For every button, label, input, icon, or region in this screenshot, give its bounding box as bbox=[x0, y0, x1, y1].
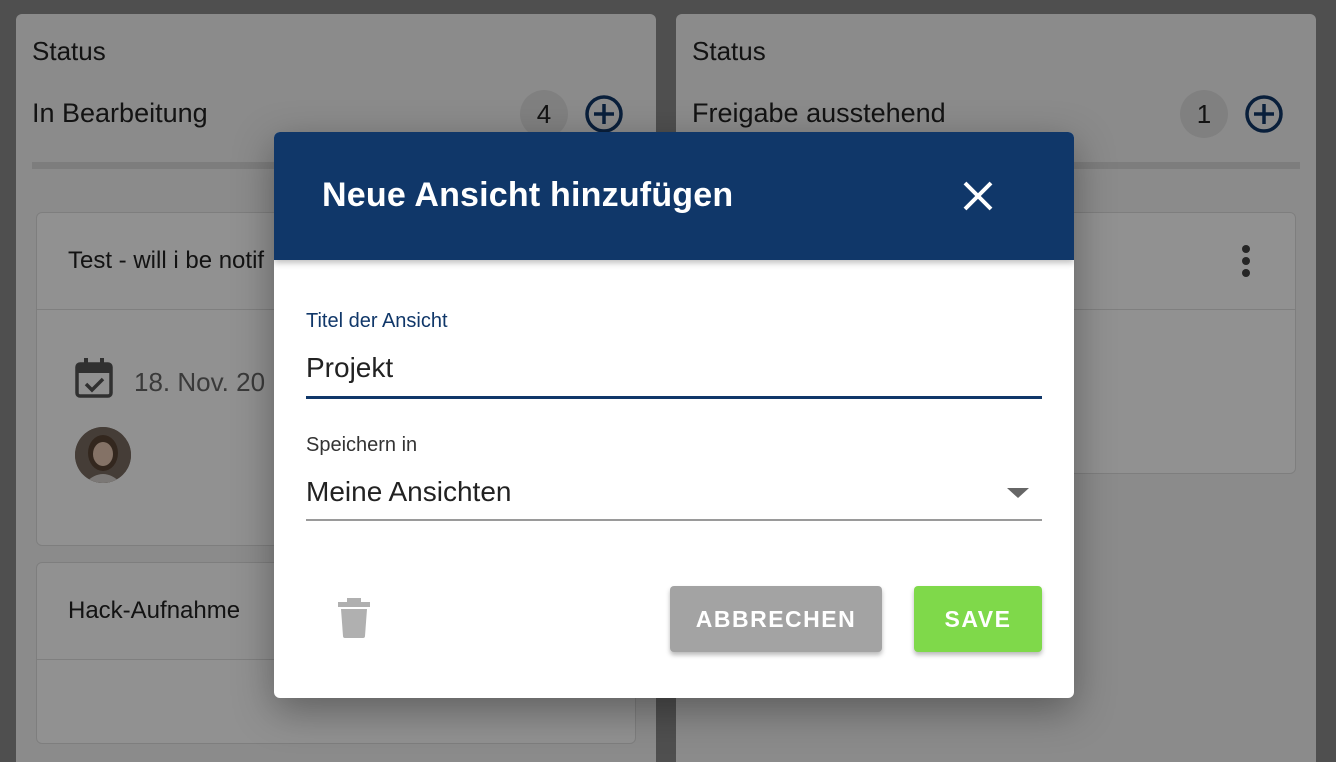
dialog-header: Neue Ansicht hinzufügen bbox=[274, 132, 1074, 260]
view-title-input[interactable] bbox=[306, 340, 1042, 400]
view-title-label: Titel der Ansicht bbox=[306, 310, 448, 332]
cancel-button[interactable]: ABBRECHEN bbox=[670, 586, 882, 652]
save-button[interactable]: SAVE bbox=[914, 586, 1042, 652]
view-title-value[interactable]: Projekt bbox=[306, 352, 393, 384]
close-icon[interactable] bbox=[958, 176, 998, 216]
view-title-underline bbox=[306, 396, 1042, 399]
add-view-dialog: Neue Ansicht hinzufügen Titel der Ansich… bbox=[274, 132, 1074, 698]
save-in-label: Speichern in bbox=[306, 434, 418, 456]
trash-icon[interactable] bbox=[336, 598, 372, 638]
save-in-underline bbox=[306, 519, 1042, 521]
dialog-title: Neue Ansicht hinzufügen bbox=[322, 176, 734, 214]
save-in-value[interactable]: Meine Ansichten bbox=[306, 476, 511, 508]
chevron-down-icon[interactable] bbox=[1007, 488, 1029, 498]
